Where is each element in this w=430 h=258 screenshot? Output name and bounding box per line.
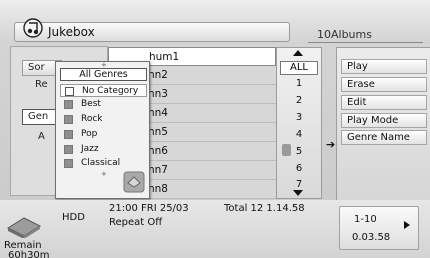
re-button[interactable]: Re <box>30 78 56 94</box>
erase-button[interactable]: Erase <box>341 77 427 92</box>
repeat-status: Repeat Off <box>109 217 163 228</box>
genre-item[interactable]: Best <box>60 98 147 111</box>
genre-label: Classical <box>81 158 121 168</box>
page-title: Jukebox <box>48 25 95 39</box>
album-count: 10Albums <box>317 28 372 41</box>
genre-name-button[interactable]: Genre Name <box>341 130 427 145</box>
page-navigator[interactable]: 1-10 0.03.58 <box>339 206 419 250</box>
album-count-divider <box>308 42 423 43</box>
genre-color-icon <box>64 159 73 168</box>
number-item[interactable]: 1 <box>277 78 321 89</box>
a-button[interactable]: A <box>33 130 53 146</box>
number-item[interactable]: 3 <box>277 112 321 123</box>
genre-popup: + All Genres No Category Best Rock Pop J… <box>55 61 150 199</box>
genre-item[interactable]: Jazz <box>60 143 147 156</box>
genre-color-icon <box>64 115 73 124</box>
checkbox-icon <box>65 87 74 96</box>
genre-label: No Category <box>82 86 139 96</box>
number-item[interactable]: 7 <box>277 179 321 190</box>
genre-item[interactable]: Rock <box>60 113 147 126</box>
remain-value: 60h30m <box>8 250 50 258</box>
hdd-label: HDD <box>62 212 85 223</box>
genre-all-option[interactable]: All Genres <box>60 68 147 81</box>
genre-color-icon <box>64 100 73 109</box>
jukebox-screen: Jukebox 10Albums Sor Re Gen A hum1 hn2 h… <box>0 0 430 258</box>
right-menu: Play Erase Edit Play Mode Genre Name <box>336 47 430 201</box>
total-time: Total 12 1.14.58 <box>224 203 305 214</box>
jukebox-icon <box>23 18 43 38</box>
page-time: 0.03.58 <box>352 232 391 243</box>
genre-item[interactable]: No Category <box>60 84 147 97</box>
page-range: 1-10 <box>354 214 377 225</box>
genre-label: Rock <box>81 114 103 124</box>
right-arrow-icon: ➔ <box>326 138 336 151</box>
number-item[interactable]: 6 <box>277 163 321 174</box>
edit-button[interactable]: Edit <box>341 95 427 110</box>
genre-menu-icon[interactable] <box>123 171 145 193</box>
scroll-thumb[interactable] <box>282 144 291 156</box>
date-time: 21:00 FRI 25/03 <box>109 203 189 214</box>
title-bar: Jukebox 10Albums <box>0 0 430 44</box>
popup-down-icon: + <box>101 170 107 178</box>
number-scroll-column: ALL 1 2 3 4 5 6 7 <box>276 47 322 199</box>
next-page-icon[interactable] <box>404 221 410 229</box>
genre-item[interactable]: Pop <box>60 128 147 141</box>
genre-color-icon <box>64 145 73 154</box>
number-item[interactable]: 4 <box>277 129 321 140</box>
hdd-icon <box>6 217 42 238</box>
genre-label: Best <box>81 99 101 109</box>
scroll-down-icon[interactable] <box>293 190 303 196</box>
genre-label: Jazz <box>81 144 99 154</box>
number-item[interactable]: 2 <box>277 95 321 106</box>
number-all[interactable]: ALL <box>280 61 318 75</box>
genre-label: Pop <box>81 129 98 139</box>
genre-color-icon <box>64 130 73 139</box>
play-mode-button[interactable]: Play Mode <box>341 113 427 128</box>
genre-item[interactable]: Classical <box>60 157 147 170</box>
play-button[interactable]: Play <box>341 59 427 74</box>
scroll-up-icon[interactable] <box>293 50 303 56</box>
